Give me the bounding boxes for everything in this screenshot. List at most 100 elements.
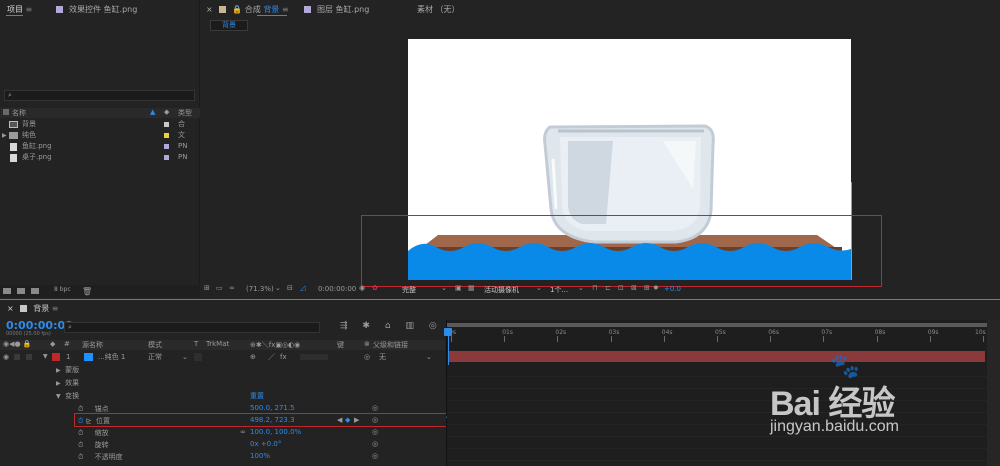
tab-layer[interactable]: 图层 鱼缸.png bbox=[304, 4, 369, 15]
transform-group[interactable]: ▼ 变换 bbox=[56, 391, 79, 401]
constrain-proportions-icon[interactable]: ∞ bbox=[240, 428, 246, 436]
column-mode[interactable]: 模式 bbox=[148, 340, 162, 350]
visibility-eye-icon[interactable]: ◉ bbox=[3, 351, 9, 363]
disclosure-icon[interactable]: ▶ bbox=[2, 130, 7, 141]
chevron-down-icon[interactable]: ⌄ bbox=[536, 284, 542, 292]
fast-preview-icon[interactable]: ⊏ bbox=[605, 284, 611, 292]
chevron-down-icon[interactable]: ⌄ bbox=[578, 284, 584, 292]
tab-footage[interactable]: 素材 （无） bbox=[417, 4, 460, 15]
disclosure-icon[interactable]: ▶ bbox=[56, 367, 61, 374]
layer-label-color[interactable] bbox=[52, 353, 60, 361]
close-icon[interactable]: × bbox=[7, 304, 14, 313]
property-row[interactable]: ⏱ 旋转 0x +0.0° ◎ bbox=[78, 440, 398, 450]
chevron-down-icon[interactable]: ⌄ bbox=[182, 351, 188, 363]
stopwatch-icon[interactable]: ⏱ bbox=[78, 441, 83, 449]
mask-visibility-icon[interactable]: ◿ bbox=[300, 284, 305, 292]
monitor-icon[interactable]: ▭ bbox=[216, 284, 223, 292]
parent-select[interactable]: 无 bbox=[379, 351, 386, 363]
property-value[interactable]: 0x +0.0° bbox=[250, 440, 281, 448]
lock-icon[interactable]: 🔒 bbox=[232, 5, 242, 14]
expression-pickwhip-icon[interactable]: ◎ bbox=[372, 428, 378, 436]
stopwatch-icon[interactable]: ⏱ bbox=[78, 453, 83, 461]
playhead-handle[interactable] bbox=[444, 328, 452, 336]
property-row[interactable]: ⏱ 不透明度 100% ◎ bbox=[78, 452, 398, 462]
tab-effect-controls[interactable]: 效果控件 鱼缸.png bbox=[56, 4, 137, 15]
trkmat-select[interactable] bbox=[194, 353, 202, 361]
transparency-grid-icon[interactable]: ▦ bbox=[468, 284, 475, 292]
toggle-pixel-icon[interactable]: ⊓ bbox=[592, 284, 597, 292]
work-area-bar[interactable] bbox=[447, 323, 987, 327]
chevron-down-icon[interactable]: ⌄ bbox=[441, 284, 447, 292]
flowchart-icon[interactable]: ⊡ bbox=[618, 284, 624, 292]
region-of-interest-icon[interactable]: ▣ bbox=[455, 284, 462, 292]
grid-icon[interactable]: ⊟ bbox=[287, 284, 293, 292]
mask-group[interactable]: ▶ 蒙版 bbox=[56, 365, 79, 375]
switch-slot[interactable] bbox=[300, 354, 328, 360]
tab-timeline[interactable]: × 背景 ≡ bbox=[7, 303, 59, 314]
collapse-triangle-icon[interactable]: ▼ bbox=[43, 351, 48, 363]
column-type[interactable]: 类型 bbox=[178, 108, 192, 118]
bpc-toggle[interactable]: 8 bpc bbox=[54, 286, 71, 293]
stopwatch-icon[interactable]: ⏱ bbox=[78, 429, 83, 437]
timeline-search-input[interactable]: ⌕ bbox=[64, 322, 320, 333]
parent-pickwhip-icon[interactable]: ◎ bbox=[364, 351, 370, 363]
zoom-level[interactable]: (71.3%) bbox=[246, 285, 274, 293]
effects-group[interactable]: ▶ 效果 bbox=[56, 378, 79, 388]
column-t[interactable]: T bbox=[194, 340, 198, 348]
sort-asc-icon[interactable]: ▲ bbox=[150, 108, 155, 116]
composition-flowchart-icon[interactable]: ⇶ bbox=[340, 321, 348, 331]
time-ruler[interactable]: 0s 01s 02s 03s 04s 05s 06s 07s 08s 09s 10s bbox=[447, 329, 992, 342]
column-source-name[interactable]: 源名称 bbox=[82, 340, 103, 350]
exposure-icon[interactable]: ✹ bbox=[653, 284, 659, 292]
layer-row[interactable]: ◉ ▼ 1 ...纯色 1 正常 ⌄ ⊕ ／ fx ◎ 无 ⌄ bbox=[0, 351, 445, 363]
color-swatch-icon[interactable]: ✿ bbox=[372, 284, 378, 292]
project-search-input[interactable]: ⌕ bbox=[4, 90, 195, 101]
new-composition-icon[interactable] bbox=[31, 288, 39, 294]
expression-pickwhip-icon[interactable]: ◎ bbox=[372, 404, 378, 412]
disclosure-icon[interactable]: ▼ bbox=[56, 393, 61, 400]
timeline-link-icon[interactable]: ⊠ bbox=[631, 284, 637, 292]
reset-link[interactable]: 重置 bbox=[250, 391, 264, 401]
chevron-down-icon[interactable]: ⌄ bbox=[275, 284, 281, 292]
column-keys[interactable]: 键 bbox=[337, 340, 344, 350]
views-select[interactable]: 1个... bbox=[550, 285, 568, 295]
layer-name[interactable]: ...纯色 1 bbox=[98, 351, 125, 363]
exposure-value[interactable]: +0.0 bbox=[664, 285, 681, 293]
motion-blur-icon[interactable]: ◎ bbox=[429, 321, 437, 331]
layer-mode-select[interactable]: 正常 bbox=[148, 351, 162, 363]
draft-3d-icon[interactable]: ✱ bbox=[362, 321, 370, 331]
quality-switch-icon[interactable]: ／ bbox=[268, 351, 275, 363]
camera-select[interactable]: 活动摄像机 bbox=[484, 285, 519, 295]
disclosure-icon[interactable]: ▶ bbox=[56, 380, 61, 387]
shy-icon[interactable]: ⌂ bbox=[385, 321, 391, 331]
shy-switch-icon[interactable]: ⊕ bbox=[250, 351, 256, 363]
fx-switch-icon[interactable]: fx bbox=[280, 351, 287, 363]
resolution-select[interactable]: 完整 bbox=[402, 285, 416, 295]
viewer-timecode[interactable]: 0:00:00:00 bbox=[318, 285, 356, 293]
lock-switch[interactable] bbox=[26, 354, 32, 360]
solo-switch[interactable] bbox=[14, 354, 20, 360]
vr-icon[interactable]: ∞ bbox=[229, 284, 235, 292]
property-value[interactable]: 500.0, 271.5 bbox=[250, 404, 295, 412]
stopwatch-icon[interactable]: ⏱ bbox=[78, 405, 83, 413]
chevron-down-icon[interactable]: ⌄ bbox=[426, 351, 432, 363]
column-trkmat[interactable]: TrkMat bbox=[206, 340, 229, 348]
column-name[interactable]: 名称 bbox=[12, 108, 26, 118]
magnifier-icon[interactable]: ⊞ bbox=[204, 284, 210, 292]
trash-icon[interactable]: 🗑 bbox=[82, 287, 92, 296]
property-row[interactable]: ⏱ 缩放 ∞ 100.0, 100.0% ◎ bbox=[78, 428, 398, 438]
new-folder-icon[interactable] bbox=[17, 288, 25, 294]
tab-project[interactable]: 项目 ≡ bbox=[7, 4, 32, 15]
frame-blending-icon[interactable]: ▥ bbox=[405, 321, 414, 331]
interpret-footage-icon[interactable] bbox=[3, 288, 11, 294]
expression-pickwhip-icon[interactable]: ◎ bbox=[372, 440, 378, 448]
tab-composition[interactable]: × 🔒 合成 背景 ≡ bbox=[206, 4, 289, 15]
close-icon[interactable]: × bbox=[206, 5, 213, 14]
breadcrumb[interactable]: 背景 bbox=[210, 20, 248, 31]
motion-blur-icon[interactable]: ⊞ bbox=[644, 284, 650, 292]
column-parent[interactable]: 父级和链接 bbox=[373, 340, 408, 350]
snapshot-icon[interactable]: ◉ bbox=[359, 284, 365, 292]
property-value[interactable]: 100% bbox=[250, 452, 270, 460]
expression-pickwhip-icon[interactable]: ◎ bbox=[372, 452, 378, 460]
property-value[interactable]: 100.0, 100.0% bbox=[250, 428, 301, 436]
